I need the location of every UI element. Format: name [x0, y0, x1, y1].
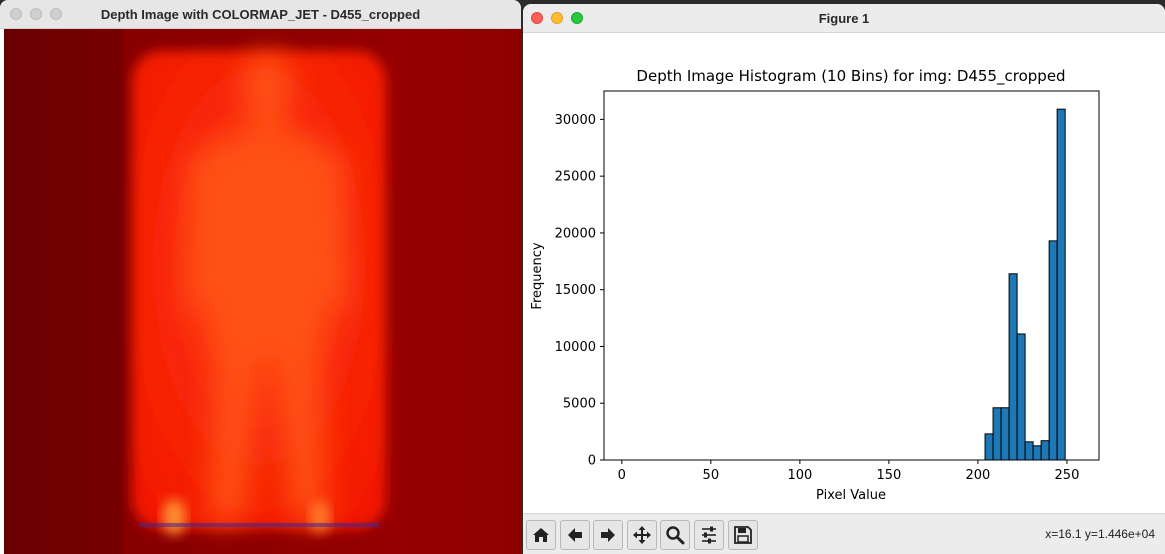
- close-button[interactable]: [531, 12, 543, 24]
- histogram-chart: Depth Image Histogram (10 Bins) for img:…: [530, 67, 1100, 503]
- x-tick-label: 50: [703, 468, 720, 483]
- zoom-to-rect-button[interactable]: [660, 520, 690, 550]
- back-button[interactable]: [560, 520, 590, 550]
- depth-colormap-picture: [4, 29, 521, 554]
- save-disk-icon: [734, 526, 752, 544]
- y-tick-label: 20000: [555, 226, 596, 241]
- y-tick-label: 5000: [563, 397, 596, 412]
- home-icon: [533, 528, 549, 542]
- histogram-bar: [992, 407, 1002, 461]
- configure-subplots-icon: [702, 526, 716, 544]
- histogram-bar: [1032, 445, 1042, 461]
- y-tick-label: 10000: [555, 340, 596, 355]
- home-button[interactable]: [526, 520, 556, 550]
- chart-title: Depth Image Histogram (10 Bins) for img:…: [636, 67, 1065, 86]
- histogram-bar: [984, 433, 994, 461]
- forward-arrow-icon: [601, 528, 615, 542]
- pan-button[interactable]: [627, 520, 657, 550]
- zoom-magnifier-icon: [666, 526, 685, 545]
- figure-window: Figure 1 Depth Image Histogram (10 Bins)…: [523, 4, 1165, 554]
- figure-toolbar: x=16.1 y=1.446e+04: [523, 513, 1165, 554]
- histogram-bar: [1040, 440, 1050, 461]
- depth-image-window: Depth Image with COLORMAP_JET - D455_cro…: [0, 0, 521, 554]
- zoom-button[interactable]: [571, 12, 583, 24]
- zoom-button[interactable]: [50, 8, 62, 20]
- minimize-button[interactable]: [551, 12, 563, 24]
- close-button[interactable]: [10, 8, 22, 20]
- x-tick-label: 150: [876, 468, 901, 483]
- pan-move-icon: [633, 526, 651, 544]
- histogram-bar: [1016, 333, 1026, 461]
- histogram-bar: [1024, 441, 1034, 461]
- x-tick-label: 200: [966, 468, 991, 483]
- figure-window-titlebar[interactable]: Figure 1: [523, 4, 1165, 33]
- back-arrow-icon: [568, 528, 582, 542]
- figure-window-title: Figure 1: [818, 10, 870, 26]
- depth-window-title: Depth Image with COLORMAP_JET - D455_cro…: [100, 6, 421, 22]
- histogram-bar: [1008, 273, 1018, 461]
- y-tick-label: 15000: [555, 283, 596, 298]
- y-tick-label: 25000: [555, 170, 596, 185]
- x-tick-label: 100: [787, 468, 812, 483]
- figure-canvas[interactable]: Depth Image Histogram (10 Bins) for img:…: [523, 33, 1165, 513]
- histogram-bar: [1000, 407, 1010, 461]
- configure-subplots-button[interactable]: [694, 520, 724, 550]
- y-tick-label: 30000: [555, 113, 596, 128]
- depth-image: [4, 29, 521, 554]
- save-figure-button[interactable]: [728, 520, 758, 550]
- depth-window-titlebar[interactable]: Depth Image with COLORMAP_JET - D455_cro…: [0, 0, 521, 29]
- minimize-button[interactable]: [30, 8, 42, 20]
- cursor-coordinates: x=16.1 y=1.446e+04: [1045, 527, 1155, 541]
- y-tick-label: 0: [588, 454, 596, 469]
- y-axis-label: Frequency: [530, 242, 545, 309]
- histogram-bar: [1048, 240, 1058, 461]
- histogram-bar: [1056, 108, 1066, 461]
- x-axis-label: Pixel Value: [816, 488, 886, 503]
- forward-button[interactable]: [593, 520, 623, 550]
- x-tick-label: 0: [618, 468, 626, 483]
- x-tick-label: 250: [1055, 468, 1080, 483]
